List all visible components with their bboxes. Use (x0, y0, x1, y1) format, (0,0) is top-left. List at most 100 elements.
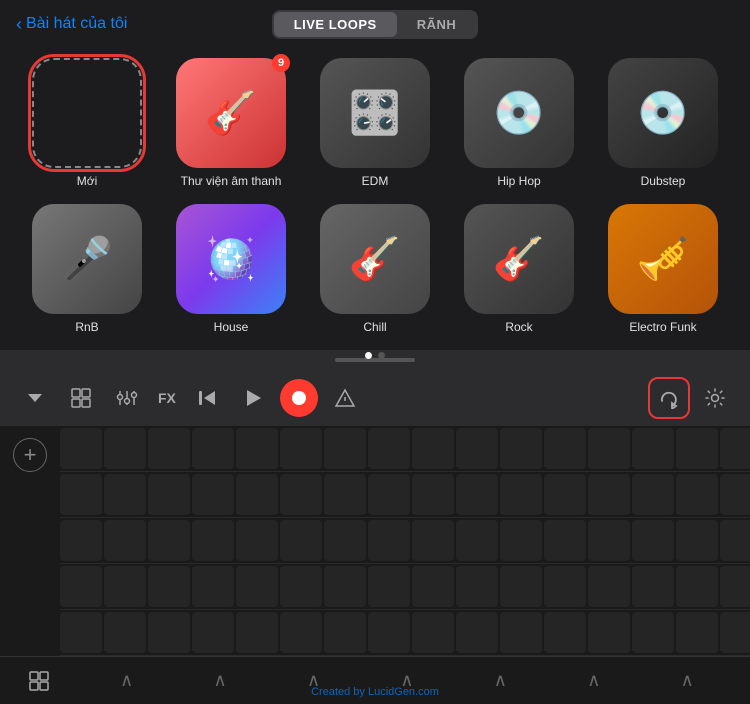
record-button[interactable] (280, 379, 318, 417)
new-label: Mới (77, 174, 98, 188)
rock-icon: 🎸 (464, 204, 574, 314)
dubstep-label: Dubstep (641, 174, 686, 188)
track-cell (104, 428, 146, 469)
toolbar: FX (0, 370, 750, 426)
track-cell (280, 566, 322, 607)
track-cell (632, 566, 674, 607)
grid-item-electrofunk[interactable]: 🎺 Electro Funk (596, 204, 730, 334)
chill-icon: 🎸 (320, 204, 430, 314)
track-cell (544, 520, 586, 561)
track-row (60, 426, 750, 472)
thu-vien-label: Thư viện âm thanh (181, 174, 282, 188)
track-cell (588, 428, 630, 469)
track-cell (500, 566, 542, 607)
track-cell (500, 428, 542, 469)
nav-chevron-2[interactable]: ∧ (202, 670, 239, 691)
genre-grid: Mới 🎸 9 Thư viện âm thanh 🎛️ EDM 💿 (0, 48, 750, 344)
bottom-panel: FX (0, 370, 750, 704)
track-cell (368, 428, 410, 469)
track-cell (192, 428, 234, 469)
track-cell (544, 474, 586, 515)
electrofunk-icon: 🎺 (608, 204, 718, 314)
grid-item-house[interactable]: 🪩 House (164, 204, 298, 334)
play-button[interactable] (234, 379, 272, 417)
grid-item-thu-vien[interactable]: 🎸 9 Thư viện âm thanh (164, 58, 298, 188)
track-cell (720, 474, 750, 515)
track-cell (280, 428, 322, 469)
mixer-button[interactable] (108, 379, 146, 417)
nav-chevron-7[interactable]: ∧ (669, 670, 706, 691)
track-cell (60, 428, 102, 469)
grid-item-rock[interactable]: 🎸 Rock (452, 204, 586, 334)
house-icon: 🪩 (176, 204, 286, 314)
add-track-button[interactable]: + (13, 438, 47, 472)
track-cell (324, 566, 366, 607)
track-cell (148, 474, 190, 515)
track-cell (720, 520, 750, 561)
track-cell (544, 566, 586, 607)
house-label: House (214, 320, 249, 334)
track-cell (588, 566, 630, 607)
track-cell (500, 612, 542, 653)
track-cell (632, 428, 674, 469)
track-row (60, 472, 750, 518)
track-cell (544, 428, 586, 469)
track-cell (148, 428, 190, 469)
track-cell (676, 428, 718, 469)
grid-item-dubstep[interactable]: 💿 Dubstep (596, 58, 730, 188)
nav-grid-icon[interactable] (16, 670, 62, 692)
nav-chevron-1[interactable]: ∧ (108, 670, 145, 691)
track-cell (236, 474, 278, 515)
watermark: Created by LucidGen.com (311, 686, 439, 698)
track-cell (368, 612, 410, 653)
tab-live-loops[interactable]: LIVE LOOPS (274, 12, 397, 37)
track-cell (148, 612, 190, 653)
track-cell (104, 520, 146, 561)
track-cell (60, 520, 102, 561)
track-cell (148, 520, 190, 561)
track-cell (148, 566, 190, 607)
track-sidebar: + (0, 426, 60, 656)
track-cell (720, 566, 750, 607)
track-cell (192, 520, 234, 561)
grid-item-rnb[interactable]: 🎤 RnB (20, 204, 154, 334)
rewind-button[interactable] (188, 379, 226, 417)
track-cell (588, 612, 630, 653)
track-cell (544, 612, 586, 653)
settings-button[interactable] (696, 379, 734, 417)
edm-label: EDM (362, 174, 389, 188)
thu-vien-badge: 9 (272, 54, 290, 72)
track-cell (104, 566, 146, 607)
track-cell (236, 612, 278, 653)
hiphop-label: Hip Hop (497, 174, 540, 188)
back-chevron-icon: ‹ (16, 14, 22, 35)
track-cell (60, 566, 102, 607)
track-cell (676, 520, 718, 561)
grid-item-chill[interactable]: 🎸 Chill (308, 204, 442, 334)
nav-chevron-5[interactable]: ∧ (482, 670, 519, 691)
track-cell (412, 520, 454, 561)
track-cell (588, 520, 630, 561)
track-cell (60, 612, 102, 653)
fx-button[interactable]: FX (158, 390, 176, 406)
track-cell (324, 612, 366, 653)
grid-item-new[interactable]: Mới (20, 58, 154, 188)
smart-control-button[interactable] (326, 379, 364, 417)
nav-chevron-6[interactable]: ∧ (575, 670, 612, 691)
track-row (60, 610, 750, 656)
track-cell (412, 612, 454, 653)
loop-button[interactable] (650, 379, 688, 417)
back-button[interactable]: ‹ Bài hát của tôi (16, 14, 127, 35)
bottom-nav: ∧ ∧ ∧ ∧ ∧ ∧ ∧ Created by LucidGen.com (0, 656, 750, 704)
hiphop-icon: 💿 (464, 58, 574, 168)
new-icon (32, 58, 142, 168)
grid-view-button[interactable] (62, 379, 100, 417)
grid-item-edm[interactable]: 🎛️ EDM (308, 58, 442, 188)
tab-ranh[interactable]: RÃNH (397, 12, 477, 37)
dropdown-button[interactable] (16, 379, 54, 417)
back-label[interactable]: Bài hát của tôi (26, 15, 127, 33)
edm-icon: 🎛️ (320, 58, 430, 168)
grid-item-hiphop[interactable]: 💿 Hip Hop (452, 58, 586, 188)
rnb-label: RnB (75, 320, 98, 334)
electrofunk-label: Electro Funk (629, 320, 696, 334)
